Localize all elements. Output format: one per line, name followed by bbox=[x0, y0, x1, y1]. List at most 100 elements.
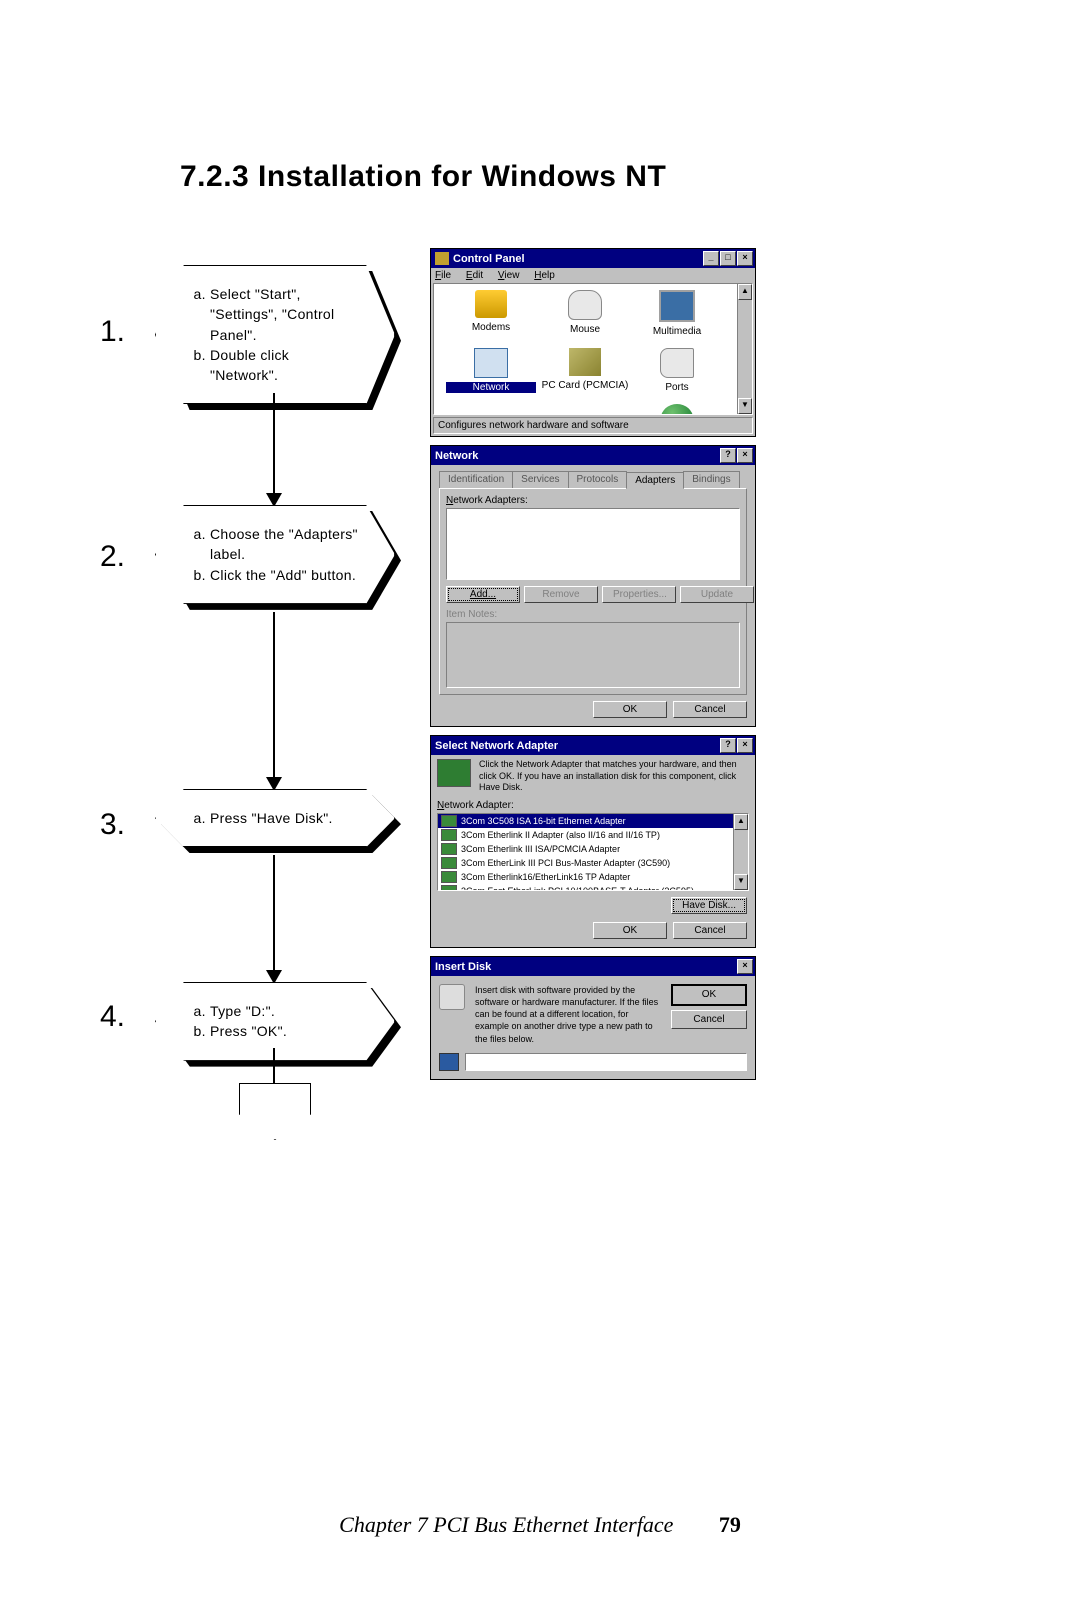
insert-text: Insert disk with software provided by th… bbox=[475, 984, 661, 1045]
sna-scrollbar[interactable]: ▲ ▼ bbox=[733, 814, 748, 890]
network-icon bbox=[474, 348, 508, 378]
floppy-icon bbox=[439, 1053, 459, 1071]
cp-icon-network[interactable]: Network bbox=[446, 348, 536, 393]
step-3a: Press "Have Disk". bbox=[210, 808, 360, 828]
ok-button[interactable]: OK bbox=[593, 701, 667, 718]
step-2-number: 2. bbox=[100, 540, 125, 574]
select-adapter-dialog: Select Network Adapter ? × Click the Net… bbox=[430, 735, 756, 948]
have-disk-button[interactable]: Have Disk... bbox=[671, 897, 747, 914]
properties-button[interactable]: Properties... bbox=[602, 586, 676, 603]
network-dialog: Network ? × Identification Services Prot… bbox=[430, 445, 756, 727]
list-item[interactable]: 3Com Fast EtherLink PCI 10/100BASE-T Ada… bbox=[438, 884, 748, 891]
menu-edit[interactable]: Edit bbox=[466, 270, 483, 281]
close-button[interactable]: × bbox=[737, 738, 753, 753]
cp-icon-modems[interactable]: Modems bbox=[446, 290, 536, 333]
step-2-box: Choose the "Adapters" label. Click the "… bbox=[155, 505, 395, 604]
card-icon bbox=[441, 885, 457, 891]
menu-view[interactable]: View bbox=[498, 270, 520, 281]
modem-icon bbox=[475, 290, 507, 318]
adapters-label: Network Adapters: bbox=[446, 495, 740, 506]
ok-button[interactable]: OK bbox=[671, 984, 747, 1006]
step-2b: Click the "Add" button. bbox=[210, 565, 360, 585]
cp-icon-ports[interactable]: Ports bbox=[632, 348, 722, 393]
adapters-listbox[interactable] bbox=[446, 508, 740, 580]
ports-icon bbox=[660, 348, 694, 378]
connector-4 bbox=[273, 1048, 275, 1083]
ok-button[interactable]: OK bbox=[593, 922, 667, 939]
step-4b: Press "OK". bbox=[210, 1021, 360, 1041]
step-2a: Choose the "Adapters" label. bbox=[210, 524, 360, 565]
menu-file[interactable]: File bbox=[435, 270, 451, 281]
cp-icon-multimedia[interactable]: Multimedia bbox=[632, 290, 722, 337]
tab-adapters[interactable]: Adapters bbox=[626, 472, 684, 489]
cp-icon-area: Modems Mouse Multimedia Network PC Card … bbox=[433, 283, 753, 415]
insert-disk-dialog: Insert Disk × Insert disk with software … bbox=[430, 956, 756, 1080]
add-button[interactable]: Add... bbox=[446, 586, 520, 603]
scroll-down-icon[interactable]: ▼ bbox=[738, 398, 752, 414]
close-button[interactable]: × bbox=[737, 959, 753, 974]
sna-instruction: Click the Network Adapter that matches y… bbox=[479, 759, 749, 794]
remove-button[interactable]: Remove bbox=[524, 586, 598, 603]
scroll-down-icon[interactable]: ▼ bbox=[734, 874, 748, 890]
cp-scrollbar[interactable]: ▲ ▼ bbox=[737, 284, 752, 414]
pccard-icon bbox=[569, 348, 601, 376]
list-item[interactable]: 3Com Etherlink16/EtherLink16 TP Adapter bbox=[438, 870, 748, 884]
tab-identification[interactable]: Identification bbox=[439, 471, 513, 488]
step-1-box: Select "Start", "Settings", "Control Pan… bbox=[155, 265, 395, 404]
cp-status: Configures network hardware and software bbox=[433, 417, 753, 434]
footer-page-number: 79 bbox=[719, 1512, 741, 1537]
tab-services[interactable]: Services bbox=[512, 471, 568, 488]
step-1b: Double click "Network". bbox=[210, 345, 360, 386]
cp-icon-globe[interactable] bbox=[632, 404, 722, 415]
scroll-up-icon[interactable]: ▲ bbox=[738, 284, 752, 300]
tab-protocols[interactable]: Protocols bbox=[568, 471, 628, 488]
maximize-button[interactable]: □ bbox=[720, 251, 736, 266]
item-notes-label: Item Notes: bbox=[446, 609, 740, 620]
cancel-button[interactable]: Cancel bbox=[673, 922, 747, 939]
close-button[interactable]: × bbox=[737, 251, 753, 266]
flow-terminator bbox=[239, 1083, 311, 1140]
cancel-button[interactable]: Cancel bbox=[673, 701, 747, 718]
page-footer: Chapter 7 PCI Bus Ethernet Interface 79 bbox=[0, 1512, 1080, 1538]
card-icon bbox=[441, 871, 457, 883]
cp-menubar: File Edit View Help bbox=[431, 268, 755, 283]
scroll-up-icon[interactable]: ▲ bbox=[734, 814, 748, 830]
help-button[interactable]: ? bbox=[720, 738, 736, 753]
close-button[interactable]: × bbox=[737, 448, 753, 463]
adapter-listbox[interactable]: 3Com 3C508 ISA 16-bit Ethernet Adapter 3… bbox=[437, 813, 749, 891]
network-title: Network bbox=[435, 450, 478, 462]
card-icon bbox=[441, 843, 457, 855]
cp-app-icon bbox=[435, 252, 449, 265]
cp-icon-pccard[interactable]: PC Card (PCMCIA) bbox=[540, 348, 630, 391]
step-1-number: 1. bbox=[100, 315, 125, 349]
update-button[interactable]: Update bbox=[680, 586, 754, 603]
disk-icon bbox=[439, 984, 465, 1010]
step-4-number: 4. bbox=[100, 1000, 125, 1034]
card-icon bbox=[441, 857, 457, 869]
adapter-hero-icon bbox=[437, 759, 471, 787]
network-tabs: Identification Services Protocols Adapte… bbox=[439, 471, 747, 488]
control-panel-window: Control Panel _ □ × File Edit View Help … bbox=[430, 248, 756, 437]
tab-bindings[interactable]: Bindings bbox=[683, 471, 739, 488]
step-3-number: 3. bbox=[100, 808, 125, 842]
path-input[interactable] bbox=[465, 1053, 747, 1071]
help-button[interactable]: ? bbox=[720, 448, 736, 463]
cancel-button[interactable]: Cancel bbox=[671, 1010, 747, 1030]
menu-help[interactable]: Help bbox=[534, 270, 555, 281]
list-item[interactable]: 3Com 3C508 ISA 16-bit Ethernet Adapter bbox=[438, 814, 748, 828]
item-notes-box bbox=[446, 622, 740, 688]
section-heading: 7.2.3 Installation for Windows NT bbox=[180, 160, 666, 194]
list-item[interactable]: 3Com Etherlink III ISA/PCMCIA Adapter bbox=[438, 842, 748, 856]
globe-icon bbox=[661, 404, 693, 415]
cp-title: Control Panel bbox=[453, 253, 525, 265]
multimedia-icon bbox=[659, 290, 695, 322]
connector-2 bbox=[273, 612, 275, 777]
step-4-box: Type "D:". Press "OK". bbox=[155, 982, 395, 1061]
list-item[interactable]: 3Com Etherlink II Adapter (also II/16 an… bbox=[438, 828, 748, 842]
list-item[interactable]: 3Com EtherLink III PCI Bus-Master Adapte… bbox=[438, 856, 748, 870]
card-icon bbox=[441, 815, 457, 827]
cp-icon-mouse[interactable]: Mouse bbox=[540, 290, 630, 335]
footer-chapter: Chapter 7 PCI Bus Ethernet Interface bbox=[339, 1512, 673, 1537]
minimize-button[interactable]: _ bbox=[703, 251, 719, 266]
connector-1 bbox=[273, 393, 275, 493]
